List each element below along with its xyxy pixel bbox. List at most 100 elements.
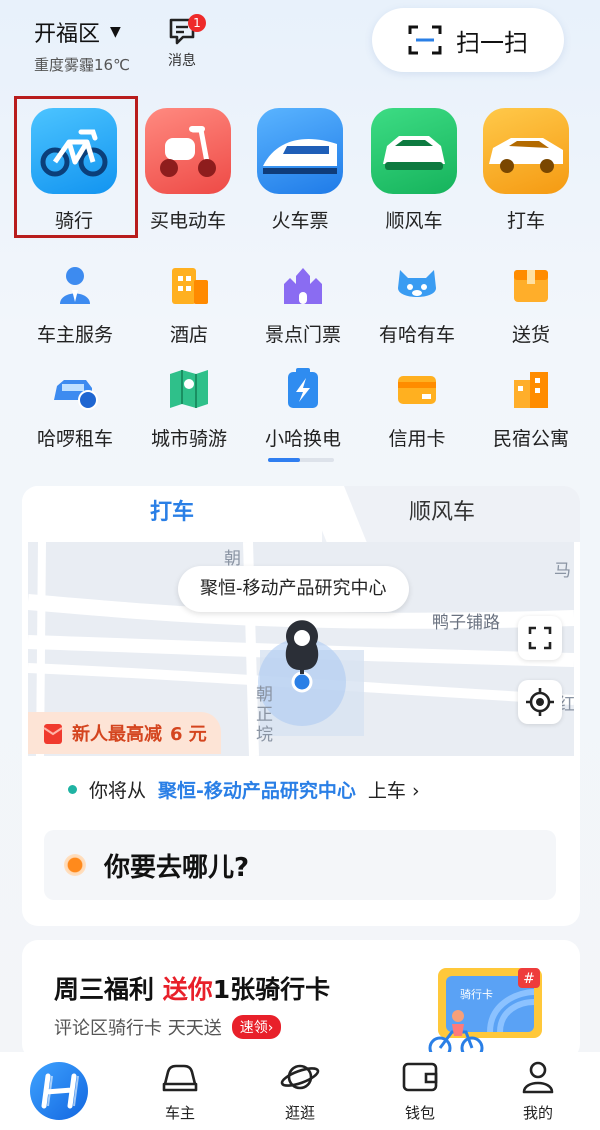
service-battery-swap[interactable]: 小哈换电 — [246, 366, 360, 451]
service-label: 民宿公寓 — [492, 428, 569, 450]
promo-title-suffix: 1张骑行卡 — [212, 975, 331, 1004]
pickup-suffix: 上车 › — [367, 780, 420, 802]
rental-car-icon — [52, 366, 98, 412]
mascot-icon — [394, 262, 440, 308]
svg-text:#: # — [523, 971, 535, 987]
new-user-promo[interactable]: 新人最高减 6 元 — [28, 712, 221, 754]
promo-subtitle: 评论区骑行卡 天天送 — [54, 1018, 222, 1039]
destination-input[interactable]: 你要去哪儿? — [44, 830, 556, 900]
bottom-nav: 车主 逛逛 钱包 我的 — [0, 1052, 600, 1130]
promo-text: 新人最高减 — [72, 724, 162, 745]
nav-label: 逛逛 — [284, 1104, 315, 1122]
messages-button[interactable]: 1 消息 — [160, 12, 206, 70]
promo-banner[interactable]: 周三福利 送你1张骑行卡 评论区骑行卡 天天送 速领› # 骑行卡 — [22, 940, 580, 1060]
street-label: 马 — [554, 561, 571, 581]
credit-card-icon — [394, 366, 440, 412]
fullscreen-icon — [528, 626, 552, 650]
promo-title: 周三福利 送你1张骑行卡 — [54, 970, 330, 1006]
service-label: 有哈有车 — [378, 324, 455, 346]
destination-placeholder: 你要去哪儿? — [104, 852, 250, 883]
promo-amount: 6 元 — [170, 724, 207, 745]
promo-subtitle-row: 评论区骑行卡 天天送 速领› — [54, 1014, 282, 1040]
service-label: 景点门票 — [264, 324, 341, 346]
claim-button[interactable]: 速领› — [231, 1015, 282, 1039]
nav-label: 我的 — [522, 1104, 553, 1122]
promo-title-highlight: 送你 — [162, 975, 213, 1004]
locate-button[interactable] — [518, 680, 562, 724]
service-label: 信用卡 — [388, 428, 446, 450]
electric-scooter-icon — [145, 108, 231, 194]
castle-icon — [280, 262, 326, 308]
service-label: 火车票 — [271, 210, 329, 232]
user-icon — [522, 1061, 554, 1094]
nav-wallet[interactable]: 钱包 — [380, 1060, 460, 1123]
service-city-ride[interactable]: 城市骑游 — [132, 366, 246, 451]
ride-tabs: 顺风车 打车 — [22, 486, 580, 542]
highlight-box — [14, 96, 138, 238]
scan-label: 扫一扫 — [456, 28, 528, 57]
carpool-car-icon — [371, 108, 457, 194]
service-buy-ebike[interactable]: 买电动车 — [132, 100, 244, 233]
hotel-icon — [166, 262, 212, 308]
service-label: 打车 — [506, 210, 545, 232]
header: 开福区 ▼ 重度雾霾16℃ 1 消息 扫一扫 — [0, 0, 600, 90]
service-youha[interactable]: 有哈有车 — [360, 262, 474, 347]
service-taxi[interactable]: 打车 — [470, 100, 582, 233]
map-icon — [166, 366, 212, 412]
planet-icon — [280, 1064, 320, 1090]
map-location-label[interactable]: 聚恒-移动产品研究中心 — [178, 566, 409, 612]
services-row-1: 车主服务 酒店 景点门票 有哈有车 送货 — [18, 262, 588, 352]
pickup-place: 聚恒-移动产品研究中心 — [158, 780, 356, 802]
service-label: 小哈换电 — [264, 428, 341, 450]
location-label: 开福区 — [34, 22, 101, 47]
location-selector[interactable]: 开福区 ▼ — [34, 16, 121, 48]
locate-icon — [526, 688, 554, 716]
street-label: 鸭子铺路 — [432, 613, 500, 633]
service-homestay[interactable]: 民宿公寓 — [474, 366, 588, 451]
pickup-dot-icon — [68, 785, 77, 794]
service-car-rental[interactable]: 哈啰租车 — [18, 366, 132, 451]
service-label: 哈啰租车 — [36, 428, 113, 450]
destination-dot-icon — [64, 854, 86, 876]
service-label: 送货 — [511, 324, 550, 346]
scan-button[interactable]: 扫一扫 — [372, 8, 564, 72]
hello-logo-icon — [41, 1073, 79, 1109]
service-hotel[interactable]: 酒店 — [132, 262, 246, 347]
ride-card: 顺风车 打车 朝 马 鸭子铺路 朝 正 垸 红 聚恒-移动产品研究中心 新人最高… — [22, 486, 580, 926]
fullscreen-button[interactable] — [518, 616, 562, 660]
chevron-down-icon: ▼ — [110, 24, 121, 40]
service-label: 城市骑游 — [150, 428, 227, 450]
train-icon — [257, 108, 343, 194]
street-label: 垸 — [256, 725, 273, 745]
service-tickets[interactable]: 景点门票 — [246, 262, 360, 347]
tab-taxi[interactable]: 打车 — [22, 486, 322, 542]
red-envelope-icon — [43, 724, 63, 744]
taxi-icon — [483, 108, 569, 194]
ride-card-illustration: # 骑行卡 — [420, 962, 548, 1060]
service-driver[interactable]: 车主服务 — [18, 262, 132, 347]
box-icon — [508, 262, 554, 308]
service-delivery[interactable]: 送货 — [474, 262, 588, 347]
service-label: 顺风车 — [385, 210, 443, 232]
services-pager — [268, 458, 334, 462]
pickup-prefix: 你将从 — [89, 780, 147, 802]
messages-label: 消息 — [168, 53, 196, 69]
pickup-row[interactable]: 你将从 聚恒-移动产品研究中心 上车 › — [68, 776, 420, 803]
scan-icon — [408, 25, 442, 55]
services-row-2: 哈啰租车 城市骑游 小哈换电 信用卡 民宿公寓 — [18, 366, 588, 456]
service-train[interactable]: 火车票 — [244, 100, 356, 233]
nav-me[interactable]: 我的 — [498, 1060, 578, 1123]
promo-title-prefix: 周三福利 — [54, 975, 155, 1004]
service-label: 车主服务 — [36, 324, 113, 346]
nav-label: 车主 — [164, 1104, 195, 1122]
service-credit-card[interactable]: 信用卡 — [360, 366, 474, 451]
service-label: 酒店 — [169, 324, 208, 346]
nav-driver[interactable]: 车主 — [140, 1060, 220, 1123]
nav-explore[interactable]: 逛逛 — [260, 1060, 340, 1123]
service-carpool[interactable]: 顺风车 — [358, 100, 470, 233]
card-label: 骑行卡 — [460, 988, 493, 1001]
message-badge: 1 — [188, 14, 206, 32]
car-outline-icon — [162, 1064, 198, 1092]
pager-active — [268, 458, 300, 462]
home-button[interactable] — [30, 1062, 88, 1120]
